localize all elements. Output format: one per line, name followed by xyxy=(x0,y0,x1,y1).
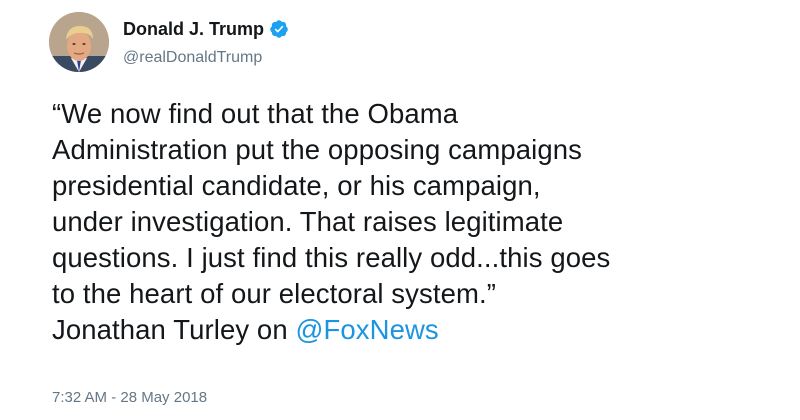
user-handle[interactable]: @realDonaldTrump xyxy=(123,49,289,67)
tweet-line: questions. I just find this really odd..… xyxy=(52,242,611,273)
tweet-timestamp[interactable]: 7:32 AM - 28 May 2018 xyxy=(52,389,207,406)
user-info: Donald J. Trump @realDonaldTrump xyxy=(123,16,289,67)
tweet-line: under investigation. That raises legitim… xyxy=(52,206,564,237)
tweet-line: “We now find out that the Obama xyxy=(52,98,459,129)
profile-photo-icon xyxy=(49,12,109,72)
tweet-text: “We now find out that the Obama Administ… xyxy=(52,96,772,348)
tweet-card: Donald J. Trump @realDonaldTrump “We now… xyxy=(0,0,800,420)
tweet-line: presidential candidate, or his campaign, xyxy=(52,170,541,201)
avatar[interactable] xyxy=(49,12,109,72)
tweet-line: Administration put the opposing campaign… xyxy=(52,134,582,165)
tweet-line: to the heart of our electoral system.” xyxy=(52,278,497,309)
name-row: Donald J. Trump xyxy=(123,16,289,42)
attribution-text: Jonathan Turley on xyxy=(52,314,296,345)
mention-link[interactable]: @FoxNews xyxy=(295,314,438,345)
tweet-line-attribution: Jonathan Turley on @FoxNews xyxy=(52,312,772,348)
display-name[interactable]: Donald J. Trump xyxy=(123,19,264,40)
verified-badge-icon xyxy=(269,19,289,39)
